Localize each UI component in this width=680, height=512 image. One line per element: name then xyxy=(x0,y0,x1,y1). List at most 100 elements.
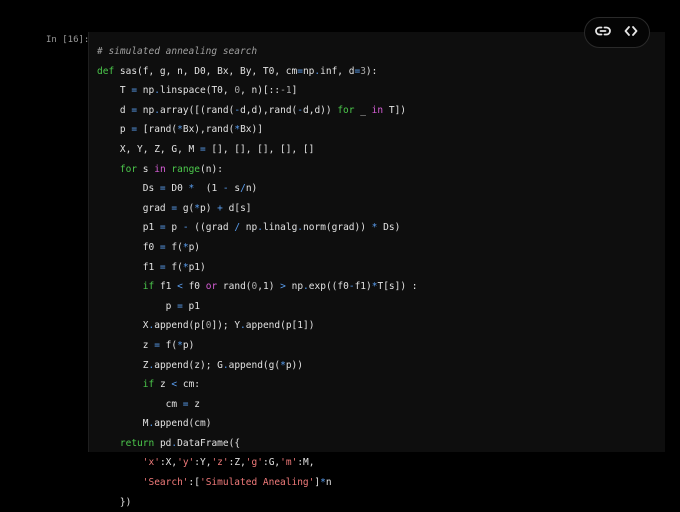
code-token: sas(f, g, n, D0, Bx, By, T0, cm xyxy=(114,65,298,77)
code-token: for xyxy=(337,104,355,116)
code-line: T = np.linspace(T0, 0, n)[::-1] xyxy=(97,81,418,101)
code-token: f( xyxy=(159,339,178,351)
code-token: Ds xyxy=(97,183,160,195)
code-token: DataFrame({ xyxy=(177,437,241,449)
code-token: f0 xyxy=(97,241,160,253)
code-token: 'y' xyxy=(177,457,195,469)
code-line: Z.append(z); G.append(g(*p)) xyxy=(97,356,418,376)
code-token: cm xyxy=(97,398,183,410)
code-token: [rand( xyxy=(137,124,178,136)
code-line: if f1 < f0 or rand(0,1) > np.exp((f0-f1)… xyxy=(97,277,418,297)
code-token: d,d),rand( xyxy=(240,104,298,116)
code-line: cm = z xyxy=(97,395,418,415)
code-token: exp((f0 xyxy=(308,281,349,293)
toggle-code-button[interactable] xyxy=(620,22,642,44)
code-token: n xyxy=(325,477,332,489)
code-line: if z < cm: xyxy=(97,375,418,395)
code-token: Bx),rand( xyxy=(182,124,235,136)
code-line: p = [rand(*Bx),rand(*Bx)] xyxy=(97,120,418,140)
code-token: f1 xyxy=(97,261,160,273)
code-line: Ds = D0 * (1 - s/n) xyxy=(97,179,418,199)
code-token: def xyxy=(97,65,115,77)
code-token: ]); Y xyxy=(211,320,241,332)
code-token: n) xyxy=(245,183,258,195)
code-token: p1 xyxy=(182,300,200,312)
code-token: p xyxy=(165,222,183,234)
code-token: z xyxy=(188,398,200,410)
code-token: f0 xyxy=(182,281,206,293)
code-token: d[s] xyxy=(222,202,252,214)
code-token: :Y, xyxy=(194,457,212,469)
code-token: p) xyxy=(200,202,218,214)
code-token: p1) xyxy=(188,261,206,273)
code-token: f( xyxy=(165,241,183,253)
code-token: z xyxy=(97,339,155,351)
code-token: cm: xyxy=(177,379,201,391)
code-token: Bx)] xyxy=(240,124,263,136)
code-token: norm(grad)) xyxy=(303,222,372,234)
code-token: ): xyxy=(365,65,378,77)
code-token: np xyxy=(137,85,155,97)
code-line: f0 = f(*p) xyxy=(97,238,418,258)
code-token: p)) xyxy=(285,359,303,371)
code-token: append(g( xyxy=(228,359,281,371)
code-token: f1 xyxy=(154,281,178,293)
code-token: [], [], [], [], [] xyxy=(205,143,315,155)
code-token: Z xyxy=(97,359,149,371)
code-token: D0 xyxy=(165,183,189,195)
code-token: append(z); G xyxy=(154,359,223,371)
code-line: f1 = f(*p1) xyxy=(97,258,418,278)
code-token: np xyxy=(285,281,304,293)
copy-link-button[interactable] xyxy=(592,22,614,44)
code-token: s xyxy=(228,183,241,195)
code-token: linspace(T0, xyxy=(159,85,235,97)
code-token: g( xyxy=(177,202,195,214)
code-line: d = np.array([(rand(-d,d),rand(-d,d)) fo… xyxy=(97,101,418,121)
code-token: p) xyxy=(188,241,201,253)
code-token: p xyxy=(97,124,132,136)
code-token: (n): xyxy=(200,163,223,175)
code-token: 'z' xyxy=(211,457,229,469)
code-icon xyxy=(623,23,639,43)
code-token: p1 xyxy=(97,222,160,234)
code-line: p = p1 xyxy=(97,297,418,317)
code-token: range xyxy=(171,163,201,175)
code-token: append(p[ xyxy=(154,320,206,332)
code-token: T]) xyxy=(383,104,407,116)
code-line: grad = g(*p) + d[s] xyxy=(97,199,418,219)
code-line: }) xyxy=(97,493,418,512)
code-token: f( xyxy=(165,261,183,273)
code-line: def sas(f, g, n, D0, Bx, By, T0, cm=np.i… xyxy=(97,62,418,82)
link-icon xyxy=(595,23,611,43)
code-token: ] xyxy=(291,85,298,97)
code-token: ,1) xyxy=(257,281,281,293)
code-token: np xyxy=(240,222,258,234)
code-token: append(p[1]) xyxy=(245,320,315,332)
code-token: z xyxy=(154,379,172,391)
code-token: d xyxy=(97,104,132,116)
code-token: array([(rand( xyxy=(159,104,235,116)
code-token: T[s]) : xyxy=(377,281,418,293)
code-token: X, Y, Z, G, M xyxy=(97,143,200,155)
code-token: 'Simulated Anealing' xyxy=(199,477,315,489)
code-line: return pd.DataFrame({ xyxy=(97,434,418,454)
code-line: p1 = p - ((grad / np.linalg.norm(grad)) … xyxy=(97,218,418,238)
code-token: _ xyxy=(354,104,372,116)
code-token: :Z, xyxy=(228,457,246,469)
code-token: linalg xyxy=(262,222,298,234)
code-token: p) xyxy=(182,339,195,351)
code-line: z = f(*p) xyxy=(97,336,418,356)
code-token: Ds) xyxy=(377,222,401,234)
code-token: , n)[:: xyxy=(240,85,281,97)
code-token: ((grad xyxy=(188,222,235,234)
code-token: # simulated annealing search xyxy=(97,46,258,57)
code-token: :M, xyxy=(297,457,315,469)
code-token: T xyxy=(97,85,132,97)
code-token: 'g' xyxy=(245,457,263,469)
code-token: d,d)) xyxy=(303,104,338,116)
